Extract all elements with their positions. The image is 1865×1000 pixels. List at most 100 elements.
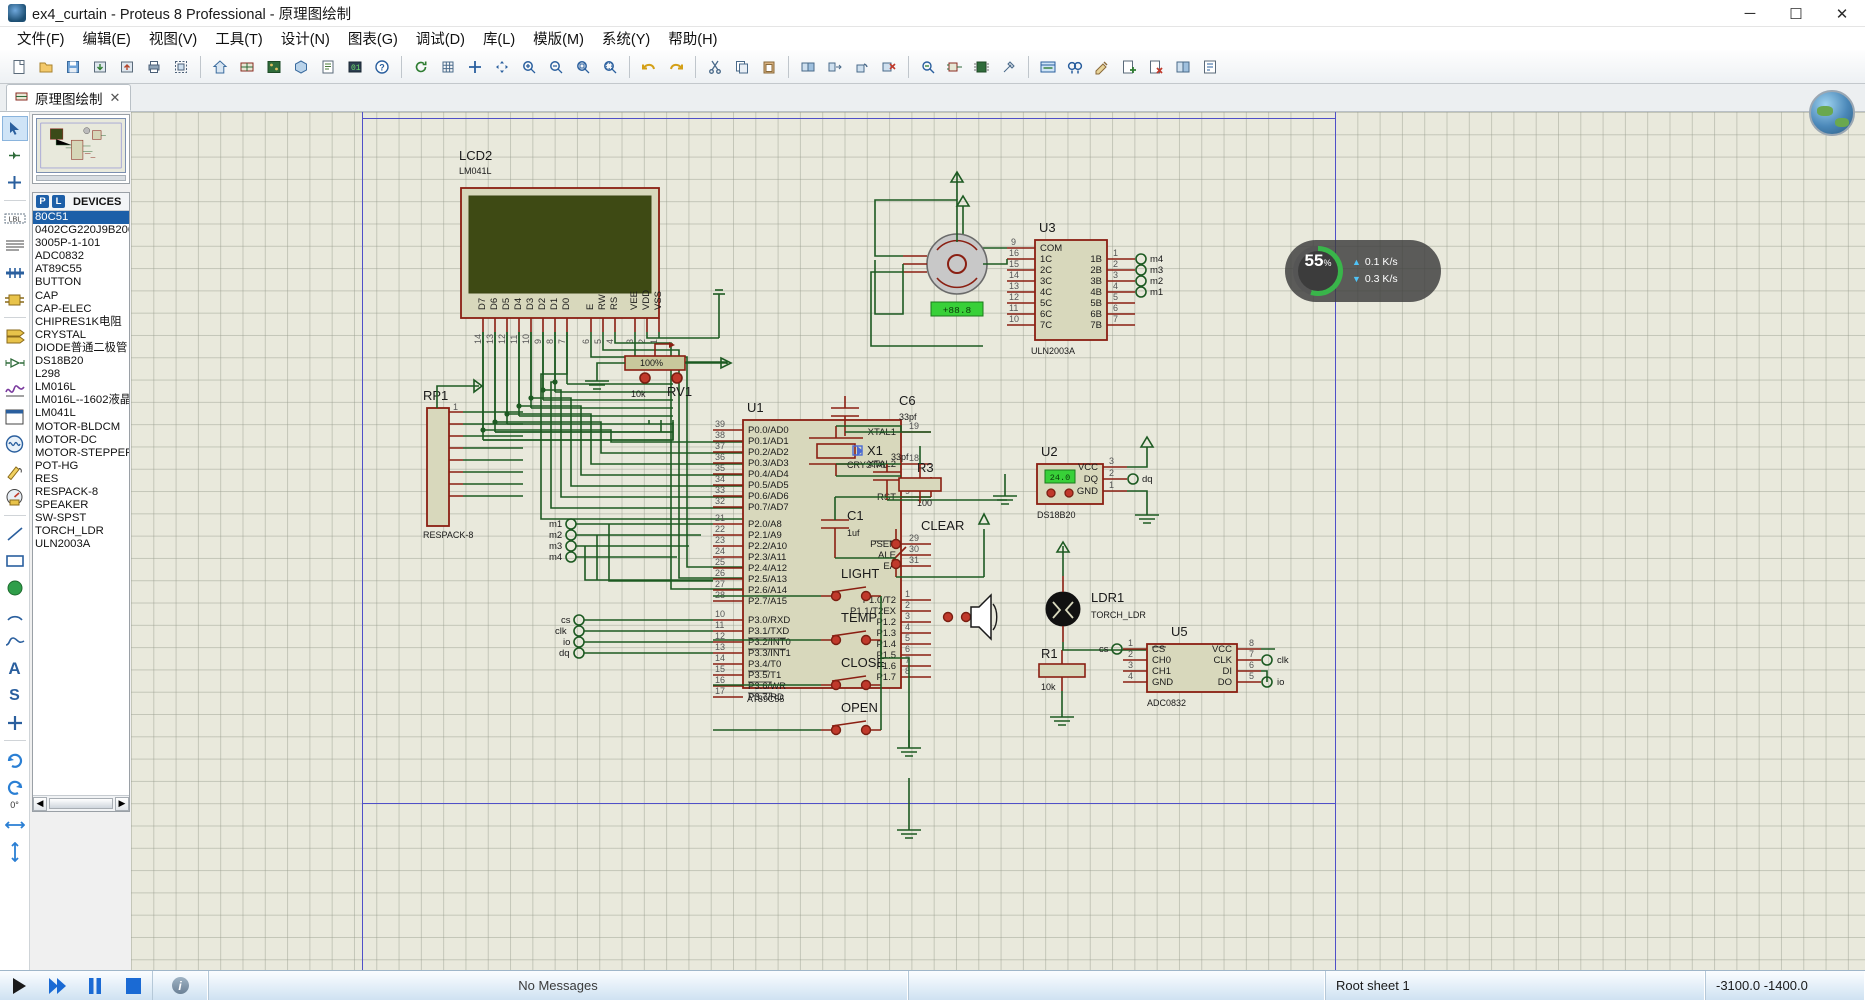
help-icon[interactable]: ? (369, 54, 395, 80)
refresh-icon[interactable] (408, 54, 434, 80)
zoom-all-icon[interactable] (597, 54, 623, 80)
menu-edit[interactable]: 编辑(E) (74, 26, 140, 51)
remove-sheet-icon[interactable] (1143, 54, 1169, 80)
property-assign-icon[interactable] (1089, 54, 1115, 80)
pan-icon[interactable] (489, 54, 515, 80)
symbol-tool-icon[interactable]: S (2, 683, 28, 708)
block-copy-icon[interactable] (795, 54, 821, 80)
3d-viewer-icon[interactable] (288, 54, 314, 80)
list-item[interactable]: ULN2003A (33, 538, 129, 551)
menu-help[interactable]: 帮助(H) (659, 26, 726, 51)
scroll-left-icon[interactable]: ◀ (33, 796, 47, 811)
devices-hscrollbar[interactable]: ◀ ▶ (33, 795, 129, 811)
device-pin-mode-icon[interactable] (2, 350, 28, 375)
schematic-capture-icon[interactable] (234, 54, 260, 80)
menu-graph[interactable]: 图表(G) (339, 26, 407, 51)
path-tool-icon[interactable] (2, 629, 28, 654)
decompose-icon[interactable] (996, 54, 1022, 80)
preview-scrollbar[interactable] (36, 175, 126, 181)
sheet-indicator[interactable]: Root sheet 1 (1325, 970, 1705, 1000)
zoom-in-icon[interactable] (516, 54, 542, 80)
pick-device-icon[interactable] (915, 54, 941, 80)
redo-icon[interactable] (663, 54, 689, 80)
virtual-instrument-icon[interactable] (2, 485, 28, 510)
subcircuit-mode-icon[interactable] (2, 287, 28, 312)
list-item[interactable]: LM041L (33, 407, 129, 420)
list-item[interactable]: POT-HG (33, 460, 129, 473)
scroll-thumb[interactable] (49, 798, 113, 809)
tape-recorder-mode-icon[interactable] (2, 404, 28, 429)
grid-toggle-icon[interactable] (435, 54, 461, 80)
new-sheet-icon[interactable] (1116, 54, 1142, 80)
list-item[interactable]: CAP (33, 290, 129, 303)
text-tool-icon[interactable]: A (2, 656, 28, 681)
menu-design[interactable]: 设计(N) (272, 26, 339, 51)
block-move-icon[interactable] (822, 54, 848, 80)
stop-button[interactable] (114, 971, 152, 1000)
list-item[interactable]: RESPACK-8 (33, 486, 129, 499)
goto-sheet-icon[interactable] (1170, 54, 1196, 80)
list-item[interactable]: SW-SPST (33, 512, 129, 525)
list-item[interactable]: SPEAKER (33, 499, 129, 512)
origin-icon[interactable] (462, 54, 488, 80)
close-button[interactable]: ✕ (1819, 0, 1865, 27)
play-button[interactable] (0, 971, 38, 1000)
open-file-icon[interactable] (33, 54, 59, 80)
list-item[interactable]: ADC0832 (33, 250, 129, 263)
undo-icon[interactable] (636, 54, 662, 80)
paste-icon[interactable] (756, 54, 782, 80)
maximize-button[interactable]: ☐ (1773, 0, 1819, 27)
block-rotate-icon[interactable] (849, 54, 875, 80)
save-file-icon[interactable] (60, 54, 86, 80)
menu-view[interactable]: 视图(V) (140, 26, 206, 51)
list-item[interactable]: CRYSTAL (33, 329, 129, 342)
new-file-icon[interactable] (6, 54, 32, 80)
print-icon[interactable] (141, 54, 167, 80)
copy-icon[interactable] (729, 54, 755, 80)
block-delete-icon[interactable] (876, 54, 902, 80)
export-icon[interactable] (114, 54, 140, 80)
marker-tool-icon[interactable] (2, 710, 28, 735)
menu-tools[interactable]: 工具(T) (206, 26, 272, 51)
bill-of-materials-icon[interactable] (315, 54, 341, 80)
zoom-area-icon[interactable] (570, 54, 596, 80)
rotate-anticlockwise-icon[interactable] (2, 773, 28, 798)
import-icon[interactable] (87, 54, 113, 80)
devices-list[interactable]: 80C51 0402CG220J9B200 3005P-1-101 ADC083… (33, 211, 129, 795)
circle-tool-icon[interactable] (2, 575, 28, 600)
list-item[interactable]: LM016L (33, 381, 129, 394)
pick-from-libraries-button[interactable]: P (36, 195, 49, 208)
list-item[interactable]: 3005P-1-101 (33, 237, 129, 250)
list-item[interactable]: MOTOR-DC (33, 434, 129, 447)
packaging-tool-icon[interactable] (969, 54, 995, 80)
menu-file[interactable]: 文件(F) (8, 26, 74, 51)
list-item[interactable]: CHIPRES1K电阻 (33, 316, 129, 329)
cut-icon[interactable] (702, 54, 728, 80)
scroll-right-icon[interactable]: ▶ (115, 796, 129, 811)
schematic-canvas[interactable]: .w { stroke:#1d5a22; stroke-width:1.6; f… (131, 112, 1865, 970)
menu-template[interactable]: 模版(M) (524, 26, 593, 51)
rotate-clockwise-icon[interactable] (2, 746, 28, 771)
list-item[interactable]: LM016L--1602液晶 (33, 394, 129, 407)
info-icon[interactable]: i (171, 977, 189, 994)
make-device-icon[interactable] (942, 54, 968, 80)
wire-label-icon[interactable] (1035, 54, 1061, 80)
list-item[interactable]: AT89C55 (33, 263, 129, 276)
menu-system[interactable]: 系统(Y) (593, 26, 659, 51)
list-item[interactable]: DS18B20 (33, 355, 129, 368)
globe-icon[interactable] (1809, 90, 1855, 136)
pause-button[interactable] (76, 971, 114, 1000)
component-mode-icon[interactable] (2, 143, 28, 168)
list-item[interactable]: BUTTON (33, 276, 129, 289)
text-script-mode-icon[interactable] (2, 233, 28, 258)
arc-tool-icon[interactable] (2, 602, 28, 627)
menu-library[interactable]: 库(L) (474, 26, 524, 51)
rotation-angle[interactable]: 0° (10, 800, 19, 810)
list-item[interactable]: MOTOR-STEPPER (33, 447, 129, 460)
list-item[interactable]: MOTOR-BLDCM (33, 421, 129, 434)
list-item[interactable]: CAP-ELEC (33, 303, 129, 316)
library-manager-button[interactable]: L (52, 195, 65, 208)
system-monitor-widget[interactable]: 55 % ▲ 0.1 K/s ▼ 0.3 K/s (1285, 240, 1441, 302)
mirror-vertical-icon[interactable] (2, 839, 28, 864)
junction-dot-icon[interactable] (2, 170, 28, 195)
